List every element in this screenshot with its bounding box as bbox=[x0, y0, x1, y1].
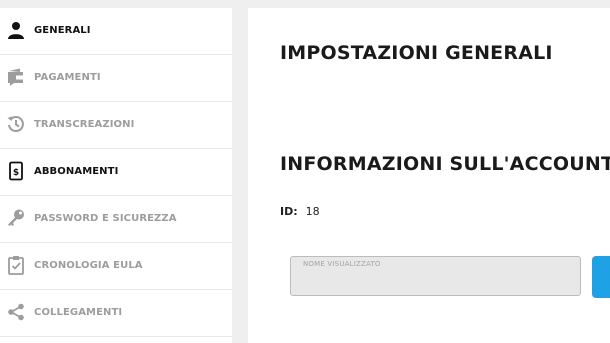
sidebar: GENERALI PAGAMENTI TRANSCREAZIONI $ ABBO… bbox=[0, 8, 232, 343]
sidebar-item-password-e-sicurezza[interactable]: PASSWORD E SICUREZZA bbox=[0, 196, 232, 243]
sidebar-item-cronologia-eula[interactable]: CRONOLOGIA EULA bbox=[0, 243, 232, 290]
sidebar-item-pagamenti[interactable]: PAGAMENTI bbox=[0, 55, 232, 102]
account-id-row: ID: 18 bbox=[280, 205, 320, 218]
page-title: IMPOSTAZIONI GENERALI bbox=[280, 42, 553, 64]
display-name-input[interactable] bbox=[301, 273, 573, 293]
id-value: 18 bbox=[305, 205, 320, 218]
key-icon bbox=[6, 208, 26, 228]
share-icon bbox=[6, 302, 26, 322]
svg-text:$: $ bbox=[13, 168, 19, 178]
receipt-icon: $ bbox=[6, 161, 26, 181]
sidebar-item-collegamenti[interactable]: COLLEGAMENTI bbox=[0, 290, 232, 337]
clipboard-check-icon bbox=[6, 255, 26, 275]
sidebar-item-label: GENERALI bbox=[34, 25, 91, 36]
sidebar-item-transcreazioni[interactable]: TRANSCREAZIONI bbox=[0, 102, 232, 149]
sidebar-item-label: PAGAMENTI bbox=[34, 72, 101, 83]
save-button[interactable] bbox=[592, 256, 610, 298]
sidebar-item-label: TRANSCREAZIONI bbox=[34, 119, 135, 130]
id-label: ID: bbox=[280, 205, 298, 218]
sidebar-item-label: PASSWORD E SICUREZZA bbox=[34, 213, 177, 224]
sidebar-item-label: ABBONAMENTI bbox=[34, 166, 119, 177]
sidebar-item-label: CRONOLOGIA EULA bbox=[34, 260, 143, 271]
display-name-label: NOME VISUALIZZATO bbox=[303, 260, 381, 268]
display-name-field[interactable]: NOME VISUALIZZATO bbox=[290, 256, 581, 296]
sidebar-item-generali[interactable]: GENERALI bbox=[0, 8, 232, 55]
account-section-title: INFORMAZIONI SULL'ACCOUNT bbox=[280, 153, 610, 175]
user-icon bbox=[6, 20, 26, 40]
wallet-icon bbox=[6, 67, 26, 87]
main-panel: IMPOSTAZIONI GENERALI INFORMAZIONI SULL'… bbox=[248, 8, 610, 343]
history-icon bbox=[6, 114, 26, 134]
sidebar-item-label: COLLEGAMENTI bbox=[34, 307, 123, 318]
sidebar-item-abbonamenti[interactable]: $ ABBONAMENTI bbox=[0, 149, 232, 196]
